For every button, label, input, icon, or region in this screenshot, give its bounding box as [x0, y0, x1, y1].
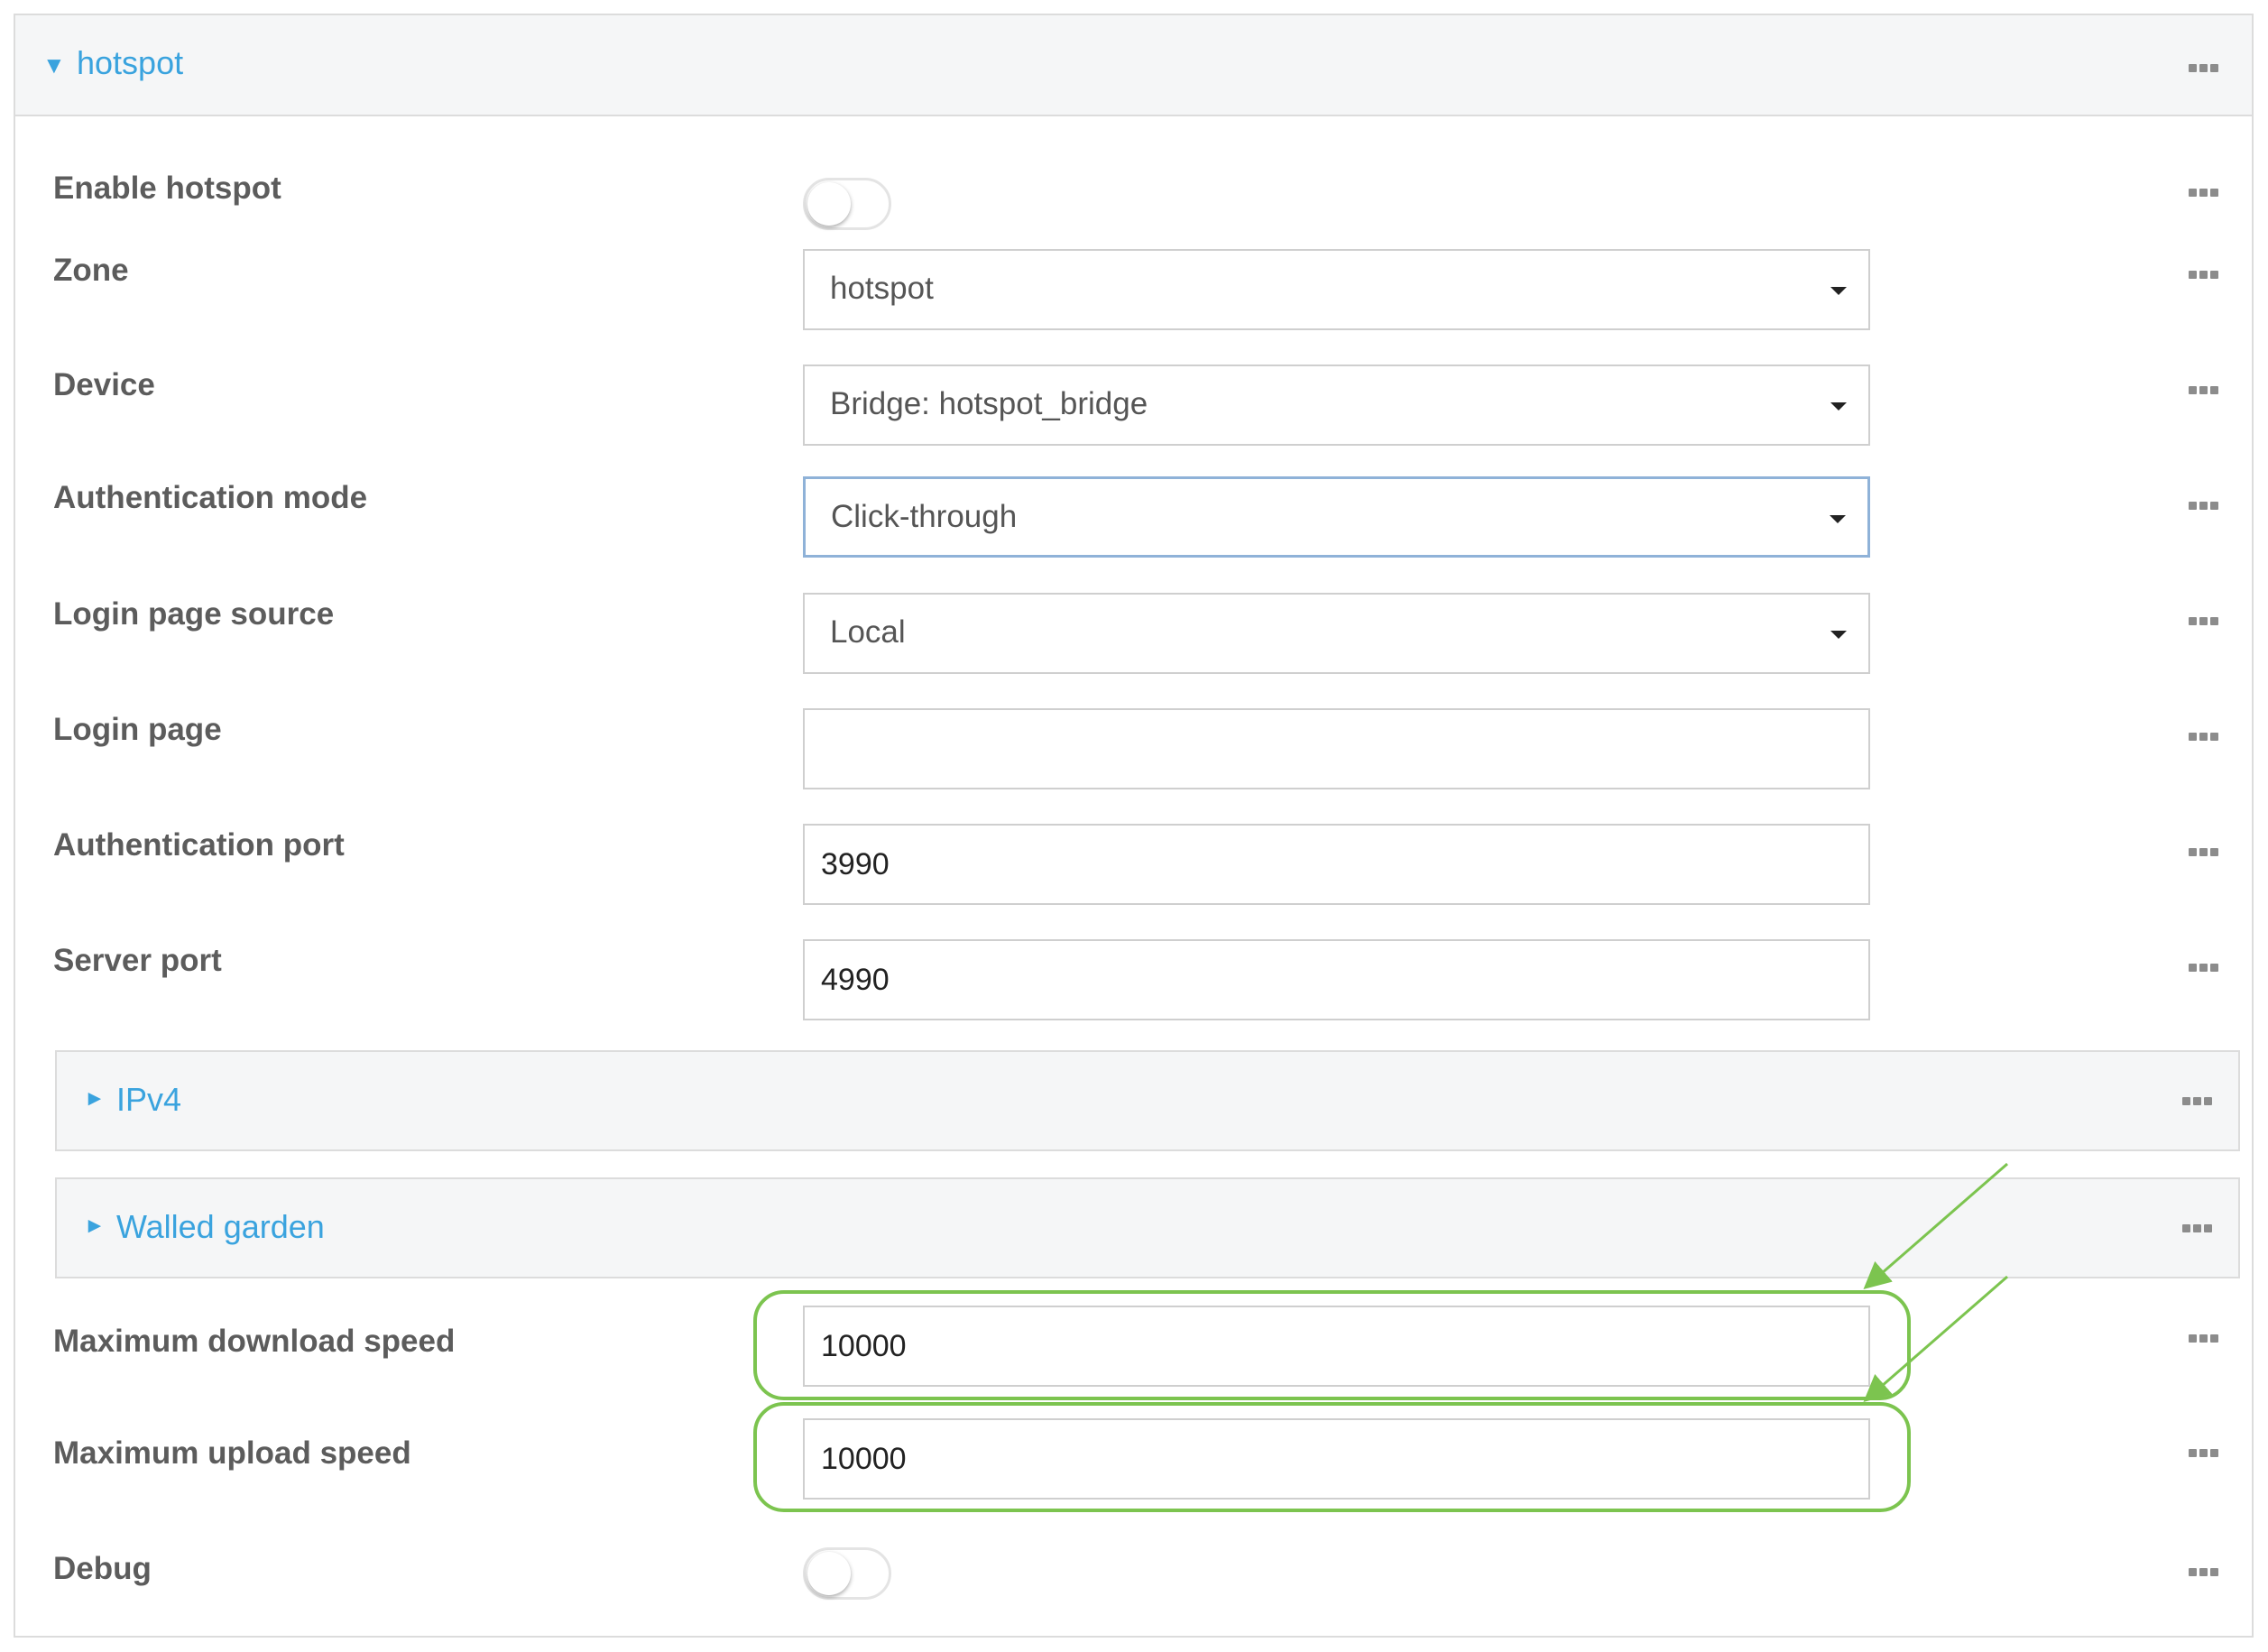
annotation-arrows	[1863, 1162, 2008, 1402]
annotation-arrow	[1863, 1162, 2008, 1289]
annotation-arrow	[1863, 1275, 2008, 1402]
